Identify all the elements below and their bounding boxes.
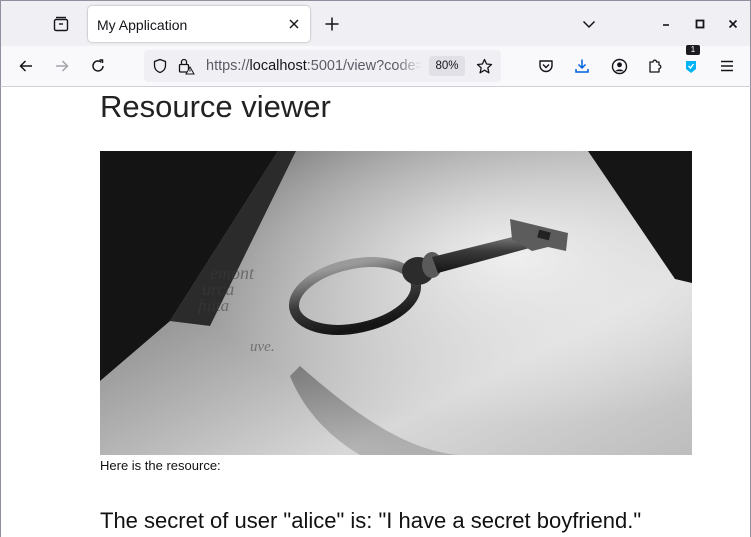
arrow-left-icon <box>19 60 32 72</box>
download-icon <box>575 59 589 73</box>
hamburger-icon <box>721 60 733 72</box>
pocket-icon <box>539 60 553 73</box>
lock-icon <box>178 58 195 75</box>
svg-text:fuita: fuita <box>198 296 229 315</box>
arrow-right-icon <box>56 60 69 72</box>
url-path: :5001/view?code= <box>306 58 422 74</box>
tab-overview-button[interactable] <box>45 8 77 40</box>
close-tab-button[interactable] <box>284 14 304 34</box>
secret-message: The secret of user "alice" is: "I have a… <box>100 508 642 533</box>
extension-icon <box>686 61 696 73</box>
plus-icon <box>325 17 339 31</box>
maximize-button[interactable] <box>685 9 715 39</box>
new-tab-button[interactable] <box>317 9 347 39</box>
page-title: Resource viewer <box>100 89 331 124</box>
resource-caption: Here is the resource: <box>100 458 221 473</box>
close-icon <box>728 19 738 29</box>
account-icon <box>611 58 627 74</box>
reload-icon <box>92 59 104 72</box>
svg-text:uve.: uve. <box>250 339 275 355</box>
extension-badge: 1 <box>686 45 700 55</box>
tab-strip: My Application <box>0 0 751 46</box>
tracking-protection-button[interactable] <box>150 56 170 76</box>
tab-overview-icon <box>53 16 69 32</box>
list-all-tabs-button[interactable] <box>575 9 603 39</box>
resource-image: emont urca fuita uve. <box>100 151 692 455</box>
shield-icon <box>153 58 167 74</box>
back-button[interactable] <box>11 51 41 81</box>
bookmark-button[interactable] <box>474 56 494 76</box>
downloads-button[interactable] <box>567 51 597 81</box>
forward-button[interactable] <box>47 51 77 81</box>
browser-tab[interactable]: My Application <box>88 6 310 42</box>
page-content: Resource viewer emont urca fuita uve. He… <box>0 87 751 537</box>
chevron-down-icon <box>582 20 596 29</box>
url-scheme: https:// <box>206 58 250 74</box>
close-window-button[interactable] <box>718 9 748 39</box>
url-host: localhost <box>249 58 307 74</box>
puzzle-icon <box>649 59 662 73</box>
close-icon <box>289 19 299 29</box>
navigation-toolbar: https://localhost:5001/view?code= 80% 1 <box>0 45 751 87</box>
app-menu-button[interactable] <box>712 51 742 81</box>
minimize-button[interactable] <box>651 9 681 39</box>
account-button[interactable] <box>604 51 634 81</box>
pocket-button[interactable] <box>531 51 561 81</box>
star-icon <box>476 58 492 73</box>
zoom-reset-button[interactable]: 80% <box>429 56 465 76</box>
reload-button[interactable] <box>83 51 113 81</box>
site-security-button[interactable] <box>176 56 196 76</box>
url-input[interactable]: https://localhost:5001/view?code= <box>206 58 422 76</box>
tab-title: My Application <box>97 17 188 33</box>
maximize-icon <box>695 19 705 29</box>
address-bar[interactable]: https://localhost:5001/view?code= 80% <box>144 50 501 82</box>
extensions-button[interactable] <box>640 51 670 81</box>
extension-action-button[interactable]: 1 <box>676 45 706 81</box>
minimize-icon <box>663 24 669 26</box>
